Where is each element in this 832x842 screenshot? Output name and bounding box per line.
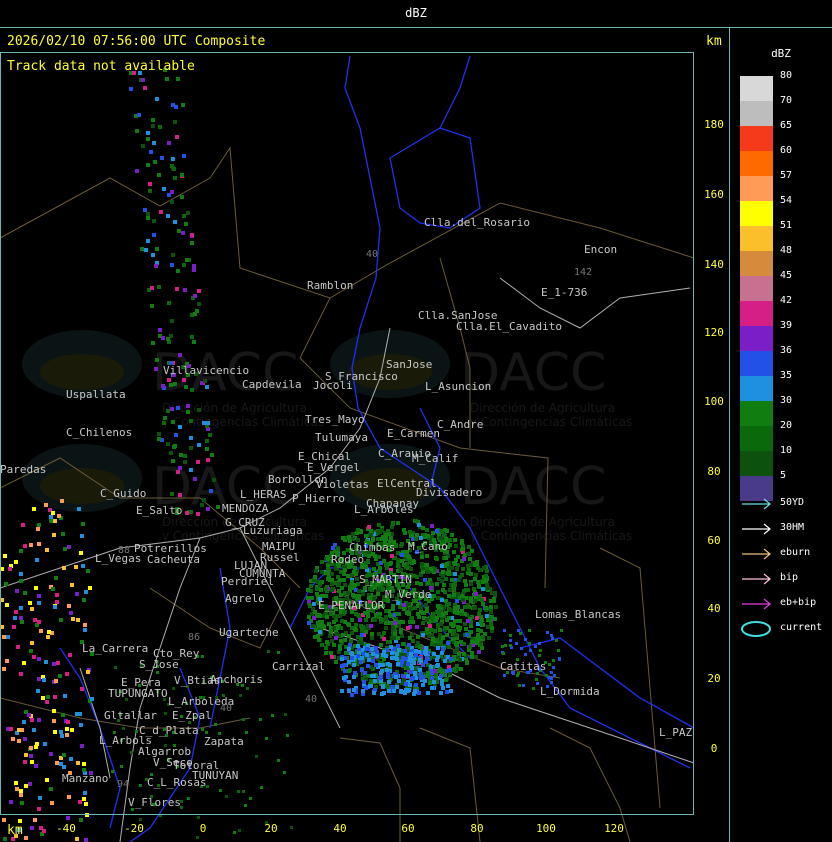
echo-cell <box>42 829 46 833</box>
y-axis-tick-label: 80 <box>707 465 720 478</box>
track-legend-label: eburn <box>780 547 811 558</box>
track-arrow-icon <box>742 598 771 610</box>
track-legend-label: 30HM <box>780 522 805 533</box>
map-plot-border <box>0 52 694 815</box>
echo-cell <box>84 838 88 842</box>
x-axis-tick-label: 0 <box>200 822 207 835</box>
echo-cell <box>24 836 28 840</box>
x-axis-tick-label: 100 <box>536 822 556 835</box>
echo-cell <box>75 837 79 841</box>
legend-value-label: 65 <box>780 120 793 131</box>
legend-swatch <box>740 176 773 201</box>
y-axis-tick-label: 0 <box>711 742 718 755</box>
x-axis-tick-label: -40 <box>56 822 76 835</box>
echo-cell <box>238 829 241 832</box>
legend-swatch <box>740 451 773 476</box>
x-axis-tick-label: 120 <box>604 822 624 835</box>
timestamp-label: 2026/02/10 07:56:00 UTC Composite <box>7 34 266 49</box>
x-axis-tick-label: 20 <box>264 822 277 835</box>
track-status: Track data not available <box>7 59 195 74</box>
y-axis-tick-label: 180 <box>704 118 724 131</box>
track-arrow-icon <box>742 498 771 510</box>
legend-value-label: 10 <box>780 445 793 456</box>
legend-value-label: 42 <box>780 295 793 306</box>
track-arrow-icon <box>742 573 771 585</box>
legend-value-label: 36 <box>780 345 793 356</box>
legend-swatch <box>740 401 773 426</box>
echo-cell <box>290 826 293 829</box>
legend-swatch <box>740 126 773 151</box>
legend-swatch <box>740 276 773 301</box>
y-axis-tick-label: 40 <box>707 602 720 615</box>
echo-cell <box>79 818 83 822</box>
x-axis-tick-label: 60 <box>401 822 414 835</box>
echo-cell <box>196 836 199 839</box>
legend-value-label: 51 <box>780 220 793 231</box>
legend-title: dBZ <box>771 47 791 60</box>
legend-value-label: 60 <box>780 145 793 156</box>
legend-value-label: 30 <box>780 395 793 406</box>
legend-value-label: 39 <box>780 320 793 331</box>
legend-swatch <box>740 201 773 226</box>
legend-swatch <box>740 426 773 451</box>
legend-panel: dBZ 80 70 65 60 57 54 51 48 45 42 39 36 35 30 20 10 5 50Y… <box>730 28 832 842</box>
unit-label-top: km <box>706 34 722 49</box>
echo-cell <box>233 831 236 834</box>
echo-cell <box>2 818 6 822</box>
track-legend-label: current <box>780 622 823 633</box>
legend-swatch <box>740 151 773 176</box>
echo-cell <box>66 816 70 820</box>
track-arrow-icon <box>742 548 771 560</box>
product-title: dBZ <box>405 6 427 20</box>
y-axis-tick-label: 60 <box>707 534 720 547</box>
legend-value-label: 48 <box>780 245 793 256</box>
track-legend-label: eb+bip <box>780 597 817 608</box>
track-legend-label: 50YD <box>780 497 805 508</box>
top-bar: dBZ <box>0 0 832 28</box>
legend-swatch <box>740 226 773 251</box>
legend-swatch <box>740 351 773 376</box>
echo-cell <box>197 816 200 819</box>
x-axis-tick-label: 40 <box>333 822 346 835</box>
legend-swatch <box>740 101 773 126</box>
legend-value-label: 5 <box>780 470 787 481</box>
unit-label-bottom: km <box>7 823 23 838</box>
y-axis-tick-label: 20 <box>707 672 720 685</box>
legend-swatch <box>740 301 773 326</box>
legend-value-label: 57 <box>780 170 793 181</box>
y-axis-tick-label: 160 <box>704 188 724 201</box>
legend-value-label: 54 <box>780 195 793 206</box>
y-axis-tick-label: 120 <box>704 326 724 339</box>
y-axis-tick-label: 140 <box>704 258 724 271</box>
current-ellipse-icon <box>741 621 771 637</box>
legend-value-label: 45 <box>780 270 793 281</box>
y-axis-tick-label: 100 <box>704 395 724 408</box>
track-arrow-icon <box>742 523 771 535</box>
echo-cell <box>30 826 34 830</box>
legend-swatch <box>740 76 773 101</box>
echo-cell <box>139 818 142 821</box>
x-axis-tick-label: -20 <box>124 822 144 835</box>
legend-value-label: 80 <box>780 70 793 81</box>
legend-value-label: 35 <box>780 370 793 381</box>
legend-swatch <box>740 251 773 276</box>
legend-value-label: 20 <box>780 420 793 431</box>
legend-swatch <box>740 376 773 401</box>
legend-swatch <box>740 326 773 351</box>
legend-value-label: 70 <box>780 95 793 106</box>
x-axis-tick-label: 80 <box>470 822 483 835</box>
track-legend-label: bip <box>780 572 799 583</box>
echo-cell <box>33 818 37 822</box>
